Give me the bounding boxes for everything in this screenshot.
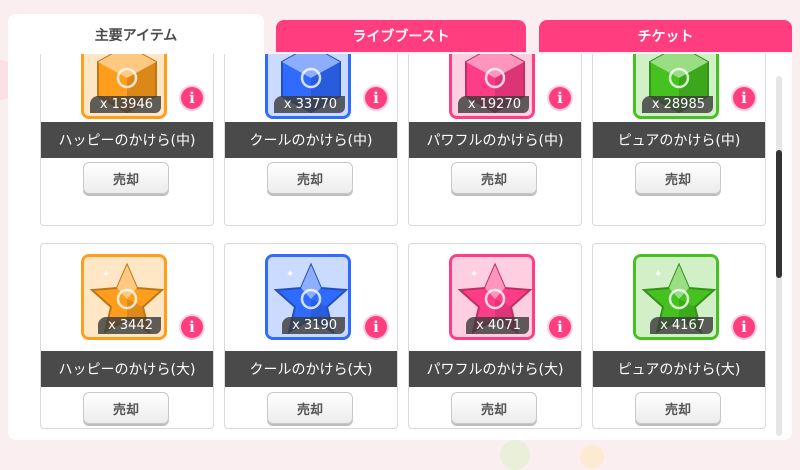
pure-shard-icon[interactable]: ✦ ✦ x 28985 [633,54,719,119]
powerful-star-icon[interactable]: ✦ ✦ x 4071 [449,254,535,340]
item-panel: ✦ ✦ x 13946 i ハッピーのかけら(中) 売却 ✦ ✦ x 33770 i クー… [8,54,792,440]
item-name: ピュアのかけら(大) [593,351,765,387]
svg-text:✦: ✦ [102,54,110,59]
sell-button[interactable]: 売却 [451,392,537,424]
scroll-thumb[interactable] [776,150,782,278]
item-count: x 3190 [282,317,345,334]
info-button[interactable]: i [179,314,205,340]
info-button[interactable]: i [547,314,573,340]
tab-live-boost[interactable]: ライブブースト [276,20,526,52]
scrollbar[interactable] [776,76,782,436]
svg-text:✦: ✦ [286,54,294,59]
item-name: クールのかけら(中) [225,122,397,158]
pure-star-icon[interactable]: ✦ ✦ x 4167 [633,254,719,340]
info-button[interactable]: i [547,85,573,111]
tab-tickets[interactable]: チケット [539,20,792,52]
info-button[interactable]: i [731,314,757,340]
item-grid: ✦ ✦ x 13946 i ハッピーのかけら(中) 売却 ✦ ✦ x 33770 i クー… [40,54,780,440]
sell-button[interactable]: 売却 [267,162,353,194]
cool-shard-icon[interactable]: ✦ ✦ x 33770 [265,54,351,119]
svg-text:✦: ✦ [102,269,110,280]
item-name: ハッピーのかけら(中) [41,122,213,158]
item-card[interactable]: ✦ ✦ x 4167 i ピュアのかけら(大) 売却 [592,243,766,429]
item-name: ピュアのかけら(中) [593,122,765,158]
svg-text:✦: ✦ [286,269,294,280]
item-count: x 4071 [466,317,529,334]
svg-text:✦: ✦ [470,54,478,59]
svg-text:✦: ✦ [654,54,662,59]
tab-bar: 主要アイテム ライブブースト チケット [8,14,792,56]
item-name: クールのかけら(大) [225,351,397,387]
item-name: ハッピーのかけら(大) [41,351,213,387]
item-count: x 28985 [641,96,713,113]
item-name: パワフルのかけら(大) [409,351,581,387]
item-count: x 33770 [273,96,345,113]
item-card[interactable]: ✦ ✦ x 3190 i クールのかけら(大) 売却 [224,243,398,429]
item-card[interactable]: ✦ ✦ x 28985 i ピュアのかけら(中) 売却 [592,54,766,226]
sell-button[interactable]: 売却 [83,162,169,194]
item-count: x 3442 [98,317,161,334]
item-card[interactable]: ✦ ✦ x 3442 i ハッピーのかけら(大) 売却 [40,243,214,429]
svg-text:✦: ✦ [654,269,662,280]
tab-main-items[interactable]: 主要アイテム [8,14,264,56]
info-button[interactable]: i [363,314,389,340]
item-card[interactable]: ✦ ✦ x 33770 i クールのかけら(中) 売却 [224,54,398,226]
sell-button[interactable]: 売却 [83,392,169,424]
powerful-shard-icon[interactable]: ✦ ✦ x 19270 [449,54,535,119]
background-decoration [500,440,530,470]
info-button[interactable]: i [731,85,757,111]
info-button[interactable]: i [363,85,389,111]
item-name: パワフルのかけら(中) [409,122,581,158]
happy-star-icon[interactable]: ✦ ✦ x 3442 [81,254,167,340]
item-card[interactable]: ✦ ✦ x 13946 i ハッピーのかけら(中) 売却 [40,54,214,226]
sell-button[interactable]: 売却 [267,392,353,424]
item-count: x 13946 [89,96,161,113]
item-card[interactable]: ✦ ✦ x 19270 i パワフルのかけら(中) 売却 [408,54,582,226]
sell-button[interactable]: 売却 [635,392,721,424]
svg-text:✦: ✦ [470,269,478,280]
happy-shard-icon[interactable]: ✦ ✦ x 13946 [81,54,167,119]
item-count: x 19270 [457,96,529,113]
info-button[interactable]: i [179,85,205,111]
cool-star-icon[interactable]: ✦ ✦ x 3190 [265,254,351,340]
item-card[interactable]: ✦ ✦ x 4071 i パワフルのかけら(大) 売却 [408,243,582,429]
sell-button[interactable]: 売却 [635,162,721,194]
item-count: x 4167 [650,317,713,334]
sell-button[interactable]: 売却 [451,162,537,194]
background-decoration [580,445,604,469]
